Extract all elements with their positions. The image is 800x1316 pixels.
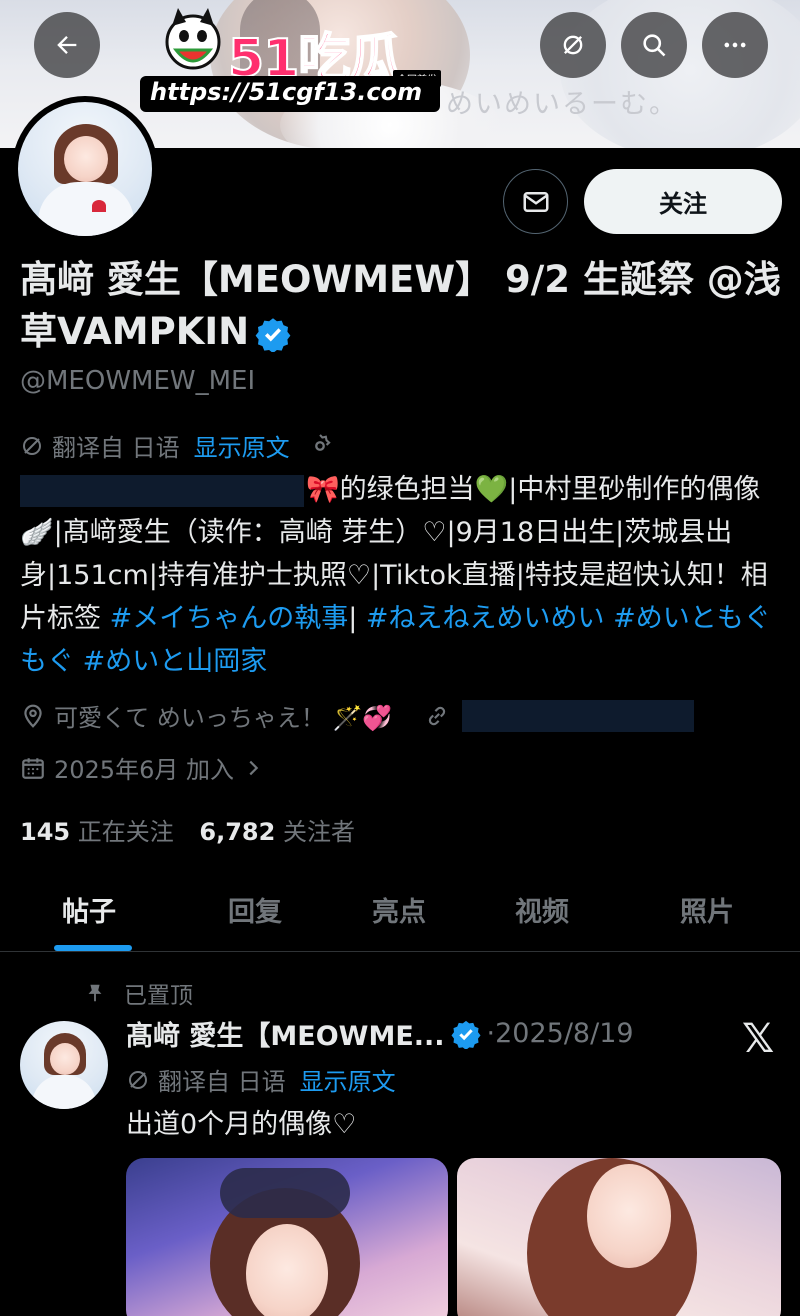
- avatar-shape: [38, 182, 134, 236]
- profile-meta-location: 可愛くて めいっちゃえ！ 🪄💞: [20, 698, 695, 733]
- mail-icon: [523, 191, 548, 212]
- profile-name: 髙﨑 愛生【MEOWMEW】 9/2 生誕祭 @浅草VAMPKIN: [20, 254, 790, 358]
- grok-icon: [129, 1070, 147, 1089]
- active-tab-indicator: [54, 945, 132, 951]
- post-author[interactable]: 髙﨑 愛生【MEOWME...: [126, 1014, 445, 1053]
- media-shape: [246, 1224, 328, 1316]
- media-shape: [587, 1164, 671, 1268]
- hashtag-link[interactable]: #メイちゃんの執事: [110, 603, 349, 634]
- banner-text: めいめいるーむ。: [446, 89, 678, 120]
- profile-name-text: 髙﨑 愛生【MEOWMEW】 9/2 生誕祭 @浅草VAMPKIN: [20, 258, 781, 353]
- bio-separator: |: [348, 603, 366, 634]
- profile-bio: 🎀的绿色担当💚|中村里砂制作的偶像🪽|髙﨑愛生（读作：高崎 芽生）♡|9月18日…: [20, 468, 790, 683]
- settings-icon[interactable]: [306, 432, 334, 460]
- following-link[interactable]: 145 正在关注: [20, 818, 174, 846]
- follow-button[interactable]: 关注: [584, 169, 782, 234]
- location-icon: [24, 704, 42, 728]
- redacted-block: [20, 474, 304, 507]
- verified-badge-icon: [451, 1020, 481, 1049]
- more-button[interactable]: [702, 12, 768, 78]
- followers-link[interactable]: 6,782 关注者: [199, 818, 355, 846]
- more-icon: [724, 42, 746, 48]
- media-shape: [220, 1168, 350, 1218]
- followers-count: 6,782: [199, 818, 276, 846]
- watermark: 51吃瓜 全网首发 https://51cgf13.com: [140, 2, 445, 114]
- tab-photos[interactable]: 照片: [680, 890, 734, 929]
- grok-button[interactable]: [540, 12, 606, 78]
- bio-separator: [74, 646, 83, 677]
- mascot-logo: [165, 8, 221, 70]
- bio-separator: [605, 603, 614, 634]
- follow-stats: 145 正在关注 6,782 关注者: [20, 812, 355, 847]
- hashtag-link[interactable]: #めいと山岡家: [83, 646, 268, 677]
- post-date[interactable]: ·2025/8/19: [487, 1018, 634, 1049]
- pinned-label: 已置顶: [124, 983, 193, 1009]
- avatar-shape: [64, 136, 108, 182]
- search-icon: [643, 34, 666, 57]
- message-button[interactable]: [503, 169, 568, 234]
- joined-text: 2025年6月 加入: [54, 756, 234, 784]
- arrow-left-icon: [57, 36, 77, 54]
- followers-label: 关注者: [282, 818, 355, 846]
- avatar-shape: [32, 1075, 96, 1109]
- link-icon: [429, 706, 446, 725]
- heart-icon: [92, 200, 106, 212]
- translate-row: 翻译自 日语 显示原文: [20, 428, 334, 463]
- calendar-icon: [22, 757, 44, 779]
- profile-tabs: 帖子 回复 亮点 视频 照片: [0, 866, 800, 952]
- grok-icon: [23, 436, 41, 455]
- post-text: 出道0个月的偶像♡: [126, 1109, 357, 1140]
- tab-posts[interactable]: 帖子: [62, 890, 116, 929]
- profile-avatar[interactable]: [12, 96, 158, 242]
- pin-icon: [88, 984, 102, 1002]
- post-translate-row: 翻译自 日语 显示原文: [126, 1062, 396, 1097]
- profile-meta-joined[interactable]: 2025年6月 加入: [20, 750, 264, 785]
- grok-icon: [563, 35, 583, 55]
- location-text: 可愛くて めいっちゃえ！ 🪄💞: [54, 704, 393, 732]
- following-label: 正在关注: [77, 818, 174, 846]
- tab-videos[interactable]: 视频: [515, 890, 569, 929]
- tab-highlights[interactable]: 亮点: [372, 890, 426, 929]
- back-button[interactable]: [34, 12, 100, 78]
- avatar-shape: [50, 1043, 80, 1075]
- tab-replies[interactable]: 回复: [228, 890, 282, 929]
- x-logo-icon: 𝕏: [742, 1016, 775, 1062]
- search-button[interactable]: [621, 12, 687, 78]
- post-media-image[interactable]: [126, 1158, 448, 1316]
- verified-badge-icon[interactable]: [255, 316, 291, 352]
- hashtag-link[interactable]: #ねえねえめいめい: [366, 603, 605, 634]
- profile-handle: @MEOWMEW_MEI: [20, 366, 256, 396]
- post-header: 髙﨑 愛生【MEOWME... ·2025/8/19: [126, 1014, 634, 1053]
- post-show-original-link[interactable]: 显示原文: [300, 1062, 396, 1097]
- chevron-right-icon: [249, 760, 259, 775]
- post-avatar[interactable]: [20, 1021, 108, 1109]
- watermark-url: https://51cgf13.com: [140, 76, 440, 112]
- following-count: 145: [20, 818, 71, 846]
- translate-label: 翻译自 日语: [52, 434, 180, 462]
- redacted-link[interactable]: [462, 699, 695, 732]
- post-media-image[interactable]: [457, 1158, 781, 1316]
- show-original-link[interactable]: 显示原文: [194, 428, 290, 463]
- avatar-image: [18, 102, 152, 236]
- pinned-indicator: 已置顶: [84, 976, 193, 1010]
- post-translate-label: 翻译自 日语: [158, 1068, 286, 1096]
